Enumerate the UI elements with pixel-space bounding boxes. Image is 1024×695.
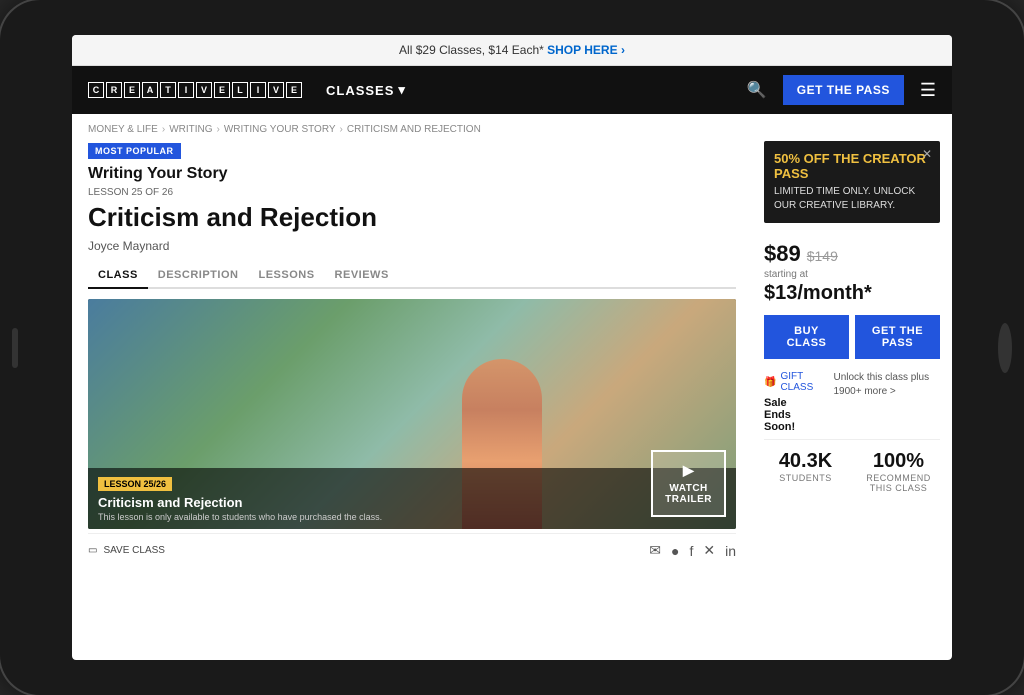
breadcrumb-sep: › <box>162 124 165 135</box>
price-row: $89 $149 <box>764 241 940 267</box>
video-overlay: LESSON 25/26 Criticism and Rejection Thi… <box>88 468 736 530</box>
menu-icon[interactable]: ☰ <box>920 80 936 101</box>
get-pass-button[interactable]: GET THE PASS <box>855 315 940 359</box>
tab-lessons[interactable]: LESSONS <box>248 263 324 287</box>
lesson-label: LESSON 25 OF 26 <box>88 187 736 198</box>
breadcrumb-sep: › <box>340 124 343 135</box>
facebook-icon[interactable]: f <box>689 543 693 559</box>
promo-percent: 50% OFF THE CREATOR PASS <box>774 151 930 181</box>
watch-trailer-label: WATCHTRAILER <box>665 483 712 505</box>
tab-description[interactable]: DESCRIPTION <box>148 263 249 287</box>
logo-l: L <box>232 82 248 98</box>
video-subtitle: This lesson is only available to student… <box>98 512 726 524</box>
video-player: LESSON 25/26 Criticism and Rejection Thi… <box>88 299 736 529</box>
stat-students: 40.3K STUDENTS <box>764 450 847 493</box>
email-share-icon[interactable]: ✉ <box>649 542 661 559</box>
breadcrumb: MONEY & LIFE › WRITING › WRITING YOUR ST… <box>72 114 952 141</box>
left-panel: MOST POPULAR Writing Your Story LESSON 2… <box>72 141 752 660</box>
lesson-video-badge: LESSON 25/26 <box>98 477 172 491</box>
gift-icon: 🎁 <box>764 377 776 388</box>
breadcrumb-item[interactable]: WRITING <box>169 124 212 135</box>
students-label: STUDENTS <box>764 473 847 483</box>
promo-bar: All $29 Classes, $14 Each* SHOP HERE › <box>72 35 952 66</box>
old-price: $149 <box>807 248 838 264</box>
recommend-count: 100% <box>857 450 940 473</box>
breadcrumb-item[interactable]: CRITICISM AND REJECTION <box>347 124 481 135</box>
logo-t: T <box>160 82 176 98</box>
monthly-price: $13/month* <box>764 282 940 305</box>
logo-r: R <box>106 82 122 98</box>
tab-class[interactable]: CLASS <box>88 263 148 289</box>
logo-c: C <box>88 82 104 98</box>
chevron-down-icon: ▾ <box>398 82 406 98</box>
nav-bar: C R E A T I V E L I V E CLASSES ▾ 🔍 GET … <box>72 66 952 114</box>
search-icon[interactable]: 🔍 <box>747 80 767 100</box>
logo-e: E <box>124 82 140 98</box>
breadcrumb-sep: › <box>217 124 220 135</box>
promo-card: ✕ 50% OFF THE CREATOR PASS LIMITED TIME … <box>764 141 940 223</box>
logo: C R E A T I V E L I V E <box>88 82 302 98</box>
pinterest-icon[interactable]: ● <box>671 543 679 559</box>
nav-pass-button[interactable]: GET THE PASS <box>783 75 904 105</box>
right-panel: ✕ 50% OFF THE CREATOR PASS LIMITED TIME … <box>752 141 952 660</box>
breadcrumb-item[interactable]: WRITING YOUR STORY <box>224 124 336 135</box>
logo-v2: V <box>268 82 284 98</box>
gift-class-label: GIFT CLASS <box>780 371 813 393</box>
promo-text: All $29 Classes, $14 Each* <box>399 43 544 57</box>
shop-here-link[interactable]: SHOP HERE › <box>547 43 625 57</box>
video-title: Criticism and Rejection <box>98 495 726 510</box>
classes-nav[interactable]: CLASSES ▾ <box>326 82 406 98</box>
main-price: $89 <box>764 241 801 267</box>
watch-trailer-button[interactable]: ▶ WATCHTRAILER <box>651 450 726 517</box>
breadcrumb-item[interactable]: MONEY & LIFE <box>88 124 158 135</box>
stats-section: 40.3K STUDENTS 100% RECOMMENDTHIS CLASS <box>764 439 940 503</box>
bookmark-icon: ▭ <box>88 545 97 556</box>
pricing-section: $89 $149 starting at $13/month* BUY CLAS… <box>764 233 940 439</box>
screen: All $29 Classes, $14 Each* SHOP HERE › C… <box>72 35 952 660</box>
gift-class-button[interactable]: 🎁 GIFT CLASS <box>764 371 813 393</box>
social-share-icons: ✉ ● f ✕ in <box>649 542 736 559</box>
linkedin-icon[interactable]: in <box>725 543 736 559</box>
logo-e2: E <box>214 82 230 98</box>
save-bar: ▭ SAVE CLASS ✉ ● f ✕ in <box>88 533 736 567</box>
logo-i: I <box>178 82 194 98</box>
starting-label: starting at <box>764 269 940 280</box>
buy-class-button[interactable]: BUY CLASS <box>764 315 849 359</box>
most-popular-badge: MOST POPULAR <box>88 143 181 159</box>
stat-recommend: 100% RECOMMENDTHIS CLASS <box>857 450 940 493</box>
twitter-icon[interactable]: ✕ <box>703 542 715 559</box>
logo-e3: E <box>286 82 302 98</box>
logo-v: V <box>196 82 212 98</box>
class-name-heading: Criticism and Rejection <box>88 202 736 233</box>
play-icon: ▶ <box>683 462 694 479</box>
save-class-label: SAVE CLASS <box>103 545 165 556</box>
instructor-name: Joyce Maynard <box>88 239 736 253</box>
close-icon[interactable]: ✕ <box>922 147 932 161</box>
tablet-frame: All $29 Classes, $14 Each* SHOP HERE › C… <box>0 0 1024 695</box>
content-tabs: CLASS DESCRIPTION LESSONS REVIEWS <box>88 263 736 289</box>
logo-a: A <box>142 82 158 98</box>
class-subtitle: Writing Your Story <box>88 165 736 183</box>
main-content: MOST POPULAR Writing Your Story LESSON 2… <box>72 141 952 660</box>
sale-ends-text: Sale EndsSoon! <box>764 397 813 433</box>
students-count: 40.3K <box>764 450 847 473</box>
promo-description: LIMITED TIME ONLY. UNLOCK OUR CREATIVE L… <box>774 185 930 213</box>
recommend-label: RECOMMENDTHIS CLASS <box>857 473 940 493</box>
unlock-text[interactable]: Unlock this class plus 1900+ more > <box>833 371 940 439</box>
tab-reviews[interactable]: REVIEWS <box>325 263 399 287</box>
save-class-button[interactable]: ▭ SAVE CLASS <box>88 545 165 556</box>
logo-i2: I <box>250 82 266 98</box>
